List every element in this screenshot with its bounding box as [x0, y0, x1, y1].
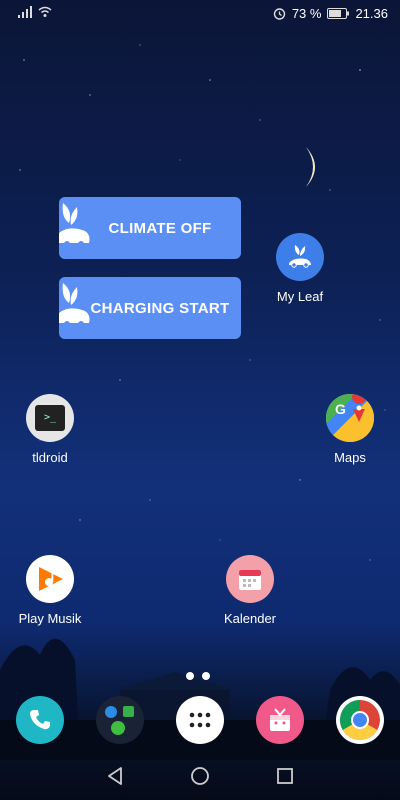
app-maps[interactable]: G Maps [308, 394, 392, 465]
app-drawer-icon[interactable] [176, 696, 224, 744]
app-label: Maps [334, 450, 366, 465]
app-tldroid[interactable]: >_ tldroid [8, 394, 92, 465]
climate-off-label: CLIMATE OFF [108, 219, 212, 237]
recents-icon[interactable] [273, 764, 297, 788]
clock: 21.36 [355, 6, 388, 21]
status-bar: 73 % 21.36 [0, 0, 400, 28]
battery-percent: 73 % [291, 6, 322, 21]
home-icon[interactable] [188, 764, 212, 788]
calendar-icon [226, 555, 274, 603]
page-dot[interactable] [186, 672, 194, 680]
svg-text:G: G [335, 401, 346, 417]
climate-off-widget[interactable]: CLIMATE OFF [59, 197, 241, 259]
phone-icon[interactable] [16, 696, 64, 744]
moon-icon [306, 147, 315, 187]
page-indicator [186, 672, 210, 680]
maps-icon: G [326, 394, 374, 442]
alarm-icon [273, 8, 286, 20]
app-label: My Leaf [276, 289, 324, 304]
page-dot[interactable] [202, 672, 210, 680]
wifi-icon [38, 6, 52, 17]
app-play-musik[interactable]: Play Musik [8, 555, 92, 626]
chrome-icon[interactable] [336, 696, 384, 744]
charging-start-label: CHARGING START [90, 299, 230, 317]
messaging-folder-icon[interactable] [96, 696, 144, 744]
app-label: tldroid [32, 450, 68, 465]
signal-icon [18, 6, 32, 18]
navigation-bar [0, 752, 400, 800]
gift-icon[interactable] [256, 696, 304, 744]
leaf-car-icon [59, 203, 90, 247]
status-right: 73 % 21.36 [273, 6, 388, 21]
app-my-leaf[interactable]: My Leaf [258, 233, 342, 304]
play-music-icon [26, 555, 74, 603]
app-label: Play Musik [18, 611, 82, 626]
app-kalender[interactable]: Kalender [208, 555, 292, 626]
status-left [18, 6, 52, 18]
my-leaf-icon [276, 233, 324, 281]
app-label: Kalender [223, 611, 277, 626]
terminal-icon: >_ [26, 394, 74, 442]
battery-icon [327, 8, 350, 19]
leaf-car-icon [59, 283, 90, 327]
charging-start-widget[interactable]: CHARGING START [59, 277, 241, 339]
back-icon[interactable] [103, 764, 127, 788]
